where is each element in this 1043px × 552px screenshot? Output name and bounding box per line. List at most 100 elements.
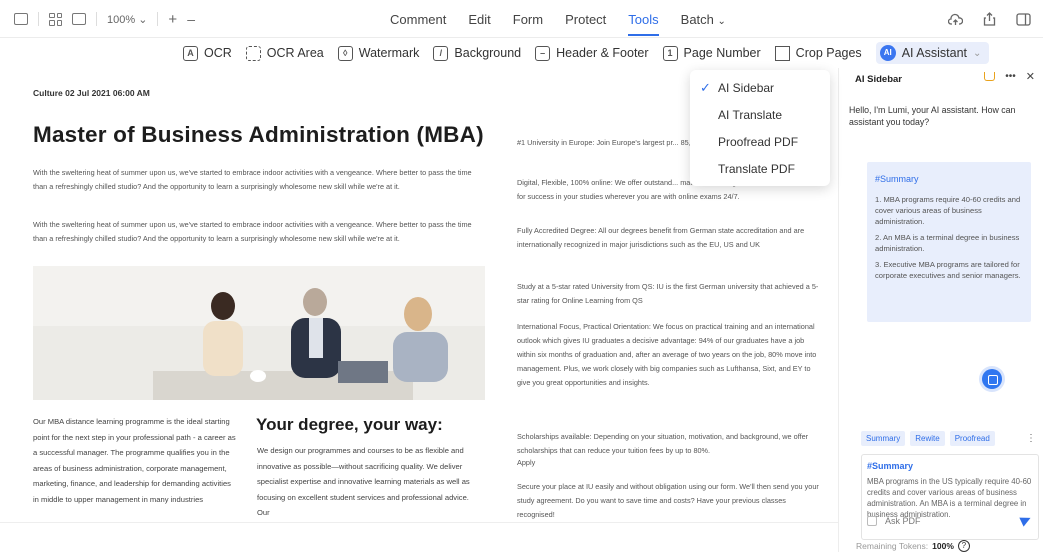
paragraph-2: With the sweltering heat of summer upon … — [33, 220, 472, 243]
crop-pages-button[interactable]: Crop Pages — [774, 45, 862, 61]
right-paragraph-8: Secure your place at IU easily and witho… — [517, 482, 819, 519]
summary-point: 3. Executive MBA programs are tailored f… — [875, 260, 1021, 280]
dropdown-ai-sidebar[interactable]: AI Sidebar — [690, 74, 830, 101]
article-meta: Culture 02 Jul 2021 06:00 AM — [33, 88, 150, 98]
cart-icon[interactable] — [984, 72, 996, 81]
page-number-label: Page Number — [683, 46, 761, 60]
tokens-value: 100% — [932, 541, 954, 551]
top-toolbar: 100% ⌄ + – Comment Edit Form Protect Too… — [0, 0, 1043, 38]
background-label: Background — [454, 46, 522, 60]
main-menu: Comment Edit Form Protect Tools Batch ⌄ — [390, 0, 726, 38]
programme-intro: Our MBA distance learning programme is t… — [33, 417, 236, 504]
chevron-down-icon: ⌄ — [973, 47, 982, 59]
watermark-button[interactable]: ◊ Watermark — [337, 45, 420, 61]
right-paragraph-3: Fully Accredited Degree: All our degrees… — [517, 226, 805, 249]
remaining-tokens: Remaining Tokens: 100% ? — [856, 540, 970, 552]
header-footer-label: Header & Footer — [556, 46, 649, 60]
toolbar-right-actions — [948, 0, 1031, 38]
dropdown-proofread-pdf[interactable]: Proofread PDF — [690, 128, 830, 155]
ocr-area-icon — [245, 45, 261, 61]
ocr-area-label: OCR Area — [266, 46, 324, 60]
watermark-label: Watermark — [358, 46, 420, 60]
section-heading: Your degree, your way: — [256, 415, 443, 434]
zoom-select[interactable]: 100% ⌄ — [107, 13, 147, 26]
chevron-down-icon: ⌄ — [717, 15, 726, 27]
menu-batch[interactable]: Batch ⌄ — [681, 12, 726, 27]
menu-edit[interactable]: Edit — [468, 12, 490, 27]
crop-icon — [774, 45, 790, 61]
menu-protect[interactable]: Protect — [565, 12, 606, 27]
menu-comment[interactable]: Comment — [390, 12, 446, 27]
page-title: Master of Business Administration (MBA) — [33, 122, 484, 147]
cloud-upload-icon[interactable] — [948, 13, 963, 26]
tools-ribbon: A OCR OCR Area ◊ Watermark / Background – He… — [0, 38, 1043, 68]
business-meeting-photo — [33, 266, 485, 400]
sidebar-header-actions: ••• ✕ — [984, 70, 1035, 83]
ask-pdf-label: Ask PDF — [885, 516, 921, 526]
page-view-icon[interactable] — [72, 13, 86, 25]
right-paragraph-6: Scholarships available: Depending on you… — [517, 432, 809, 455]
ask-pdf-row: Ask PDF — [861, 508, 1039, 534]
zoom-value: 100% — [107, 13, 136, 26]
chevron-down-icon: ⌄ — [138, 13, 148, 26]
ai-assistant-label: AI Assistant — [901, 46, 967, 60]
chip-proofread[interactable]: Proofread — [949, 431, 995, 446]
background-icon: / — [433, 45, 449, 61]
thumbnail-view-icon[interactable] — [49, 12, 62, 26]
more-icon[interactable]: ••• — [1005, 71, 1016, 82]
chip-summary[interactable]: Summary — [861, 431, 906, 446]
summary-card: #Summary 1. MBA programs require 40-60 c… — [867, 162, 1031, 322]
dropdown-ai-translate[interactable]: AI Translate — [690, 101, 830, 128]
watermark-icon: ◊ — [337, 45, 353, 61]
assistant-greeting: Hello, I'm Lumi, your AI assistant. How … — [849, 105, 1016, 127]
quick-action-chips: Summary Rewite Proofread — [861, 431, 995, 446]
chips-more-icon[interactable]: ⋮ — [1026, 433, 1036, 444]
tokens-label: Remaining Tokens: — [856, 541, 929, 551]
ocr-icon: A — [183, 45, 198, 61]
floating-assistant-button[interactable] — [982, 369, 1002, 389]
menu-batch-label: Batch — [680, 11, 714, 27]
summary-point: 2. An MBA is a terminal degree in busine… — [875, 233, 1020, 253]
right-paragraph-5: International Focus, Practical Orientati… — [517, 322, 817, 387]
ocr-button[interactable]: A OCR — [183, 45, 232, 61]
ocr-area-button[interactable]: OCR Area — [245, 45, 324, 61]
divider — [38, 12, 39, 26]
divider — [96, 12, 97, 26]
sidebar-toggle-icon[interactable] — [14, 13, 28, 25]
divider — [157, 12, 159, 26]
header-footer-icon: – — [535, 45, 551, 61]
ai-assistant-dropdown: AI Sidebar AI Translate Proofread PDF Tr… — [690, 70, 830, 186]
summary-heading: #Summary — [875, 174, 919, 184]
ocr-label: OCR — [204, 46, 232, 60]
compose-heading: #Summary — [867, 461, 914, 471]
ai-badge-icon: AI — [879, 45, 896, 61]
panel-toggle-icon[interactable] — [1016, 12, 1031, 26]
menu-form[interactable]: Form — [513, 12, 543, 27]
chip-rewrite[interactable]: Rewite — [910, 431, 945, 446]
zoom-out-button[interactable]: – — [187, 11, 195, 27]
page-number-button[interactable]: 1 Page Number — [662, 45, 761, 61]
view-controls: 100% ⌄ + – — [14, 0, 195, 38]
ribbon-items: A OCR OCR Area ◊ Watermark / Background – He… — [183, 38, 990, 68]
dropdown-translate-pdf[interactable]: Translate PDF — [690, 155, 830, 182]
right-paragraph-7: Apply — [517, 458, 536, 467]
document-footer-area — [0, 522, 838, 552]
ai-assistant-button[interactable]: AI AI Assistant ⌄ — [875, 42, 990, 64]
summary-point: 1. MBA programs require 40-60 credits an… — [875, 195, 1021, 226]
crop-pages-label: Crop Pages — [795, 46, 862, 60]
send-icon[interactable] — [1019, 513, 1033, 527]
share-icon[interactable] — [983, 12, 996, 26]
ask-pdf-checkbox[interactable] — [867, 516, 877, 526]
zoom-in-button[interactable]: + — [168, 11, 177, 28]
right-paragraph-4: Study at a 5-star rated University from … — [517, 282, 819, 305]
page-number-icon: 1 — [662, 45, 678, 61]
close-icon[interactable]: ✕ — [1026, 70, 1035, 83]
help-icon[interactable]: ? — [957, 540, 970, 552]
degree-description: We design our programmes and courses to … — [257, 446, 470, 517]
sidebar-title: AI Sidebar — [855, 74, 902, 85]
ai-sidebar: AI Sidebar ••• ✕ Hello, I'm Lumi, your A… — [838, 68, 1043, 552]
header-footer-button[interactable]: – Header & Footer — [535, 45, 649, 61]
paragraph-1: With the sweltering heat of summer upon … — [33, 168, 472, 191]
background-button[interactable]: / Background — [433, 45, 522, 61]
menu-tools[interactable]: Tools — [628, 12, 660, 36]
